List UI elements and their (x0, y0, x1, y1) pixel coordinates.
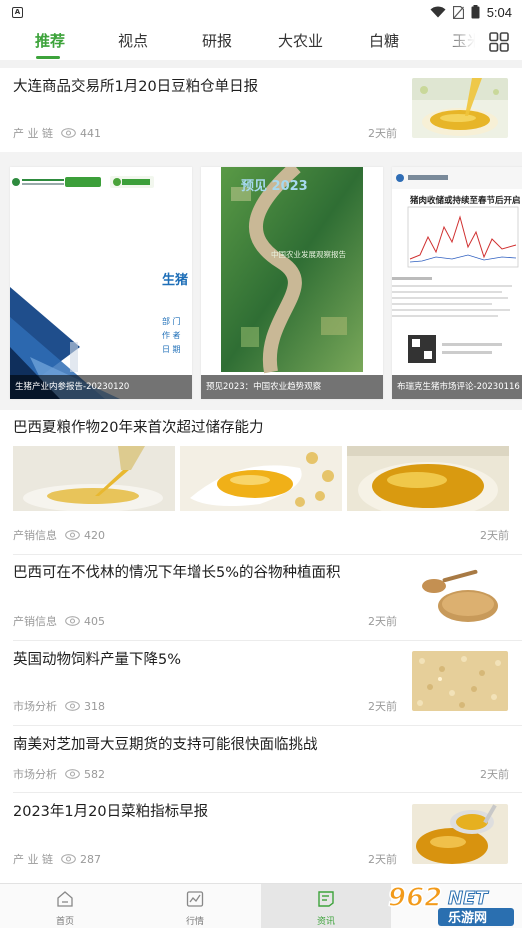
tab-research[interactable]: 研报 (202, 30, 232, 52)
list-item[interactable]: 英国动物饲料产量下降5% 市场分析 318 2天前 (0, 641, 522, 725)
article-title: 2023年1月20日菜粕指标早报 (13, 804, 209, 820)
view-count: 405 (84, 614, 105, 628)
view-count: 441 (80, 126, 101, 140)
article-category: 产销信息 (13, 615, 57, 628)
article-time: 2天前 (368, 127, 397, 140)
oil-spoon-image (180, 446, 342, 511)
view-count: 287 (80, 852, 101, 866)
clock: 5:04 (486, 4, 512, 20)
report-cover-lines: 部 门 作 者 日 期 (162, 317, 181, 354)
article-category: 市场分析 (13, 768, 57, 781)
svg-text:NET: NET (448, 888, 489, 909)
report-cover-title: 预见 2023 (241, 179, 308, 194)
app-notification-icon: A (12, 6, 23, 18)
article-meta: 市场分析 582 (13, 766, 105, 782)
chart-icon (186, 891, 204, 907)
eye-icon (65, 530, 80, 540)
report-carousel[interactable]: 生猪 部 门 作 者 日 期 生猪产业内参报告-20230120 预见 2023… (0, 152, 522, 410)
list-item[interactable]: 大连商品交易所1月20日豆粕仓单日报 产 业 链 441 2天前 (0, 68, 522, 152)
tab-recommend[interactable]: 推荐 (35, 30, 65, 52)
article-category: 市场分析 (13, 700, 57, 713)
nav-label: 资讯 (316, 917, 335, 927)
oil-bowl-image (412, 78, 508, 138)
nav-market[interactable]: 行情 (130, 884, 260, 928)
article-time: 2天前 (480, 768, 509, 781)
nav-label: 首页 (55, 917, 74, 927)
eye-icon (61, 854, 76, 864)
report-card[interactable]: 预见 2023 中国农业发展观察报告 预见2023：中国农业趋势观察 (201, 167, 383, 399)
article-meta: 产 业 链 441 (13, 125, 101, 141)
oil-ladle-image (412, 804, 508, 864)
status-bar: A 5:04 (0, 0, 522, 24)
grid-icon[interactable] (488, 31, 510, 53)
article-meta: 市场分析 318 (13, 698, 105, 714)
article-title: 南美对芝加哥大豆期货的支持可能很快面临挑战 (13, 737, 318, 753)
article-title: 巴西可在不伐林的情况下年增长5%的谷物种植面积 (13, 565, 341, 581)
report-caption: 布瑞克生猪市场评论-20230116 (392, 375, 522, 399)
tabs-fade (440, 24, 484, 60)
report-cover-title: 生猪 (162, 273, 189, 288)
article-time: 2天前 (368, 615, 397, 628)
svg-text:962: 962 (388, 883, 442, 913)
view-count: 582 (84, 767, 105, 781)
category-tabs: 推荐 视点 研报 大农业 白糖 玉米 (0, 24, 522, 60)
article-meta: 产销信息 420 (13, 527, 105, 543)
eye-icon (65, 616, 80, 626)
soybean-spoon-image (412, 566, 508, 626)
tab-sugar[interactable]: 白糖 (369, 30, 399, 52)
article-title: 英国动物饲料产量下降5% (13, 652, 182, 668)
list-item[interactable]: 南美对芝加哥大豆期货的支持可能很快面临挑战 市场分析 582 2天前 (0, 726, 522, 792)
tab-agriculture[interactable]: 大农业 (278, 30, 323, 52)
wifi-icon (430, 6, 446, 18)
oil-bowl-image (347, 446, 509, 511)
active-tab-indicator (36, 56, 60, 59)
list-item[interactable]: 巴西可在不伐林的情况下年增长5%的谷物种植面积 产销信息 405 2天前 (0, 555, 522, 640)
report-card[interactable]: 猪肉收储或持续至春节后开启 布瑞克生猪市场评论-20230116 (392, 167, 522, 399)
article-time: 2天前 (368, 700, 397, 713)
eye-icon (61, 128, 76, 138)
article-meta: 产销信息 405 (13, 613, 105, 629)
view-count: 420 (84, 528, 105, 542)
tab-viewpoint[interactable]: 视点 (118, 30, 148, 52)
eye-icon (65, 769, 80, 779)
article-category: 产 业 链 (13, 127, 53, 140)
article-category: 产 业 链 (13, 853, 53, 866)
feed-meal-image (412, 651, 508, 711)
article-category: 产销信息 (13, 529, 57, 542)
article-time: 2天前 (368, 853, 397, 866)
article-title: 大连商品交易所1月20日豆粕仓单日报 (13, 79, 259, 95)
view-count: 318 (84, 699, 105, 713)
list-item[interactable]: 2023年1月20日菜粕指标早报 产 业 链 287 2天前 (0, 793, 522, 881)
eye-icon (65, 701, 80, 711)
report-caption: 生猪产业内参报告-20230120 (10, 375, 192, 399)
nav-label: 行情 (185, 917, 204, 927)
oil-pour-image (13, 446, 175, 511)
watermark-logo: 962 NET 乐游网 (386, 880, 522, 928)
nav-news[interactable]: 资讯 (261, 884, 391, 928)
battery-icon (471, 5, 480, 19)
home-icon (57, 891, 73, 907)
no-sim-icon (452, 5, 464, 19)
report-card[interactable]: 生猪 部 门 作 者 日 期 生猪产业内参报告-20230120 (10, 167, 192, 399)
article-time: 2天前 (480, 529, 509, 542)
oil-triple-images (13, 446, 509, 511)
report-cover-image (201, 167, 383, 399)
report-caption: 预见2023：中国农业趋势观察 (201, 375, 383, 399)
report-cover-title: 猪肉收储或持续至春节后开启 (410, 196, 521, 206)
nav-home[interactable]: 首页 (0, 884, 130, 928)
article-meta: 产 业 链 287 (13, 851, 101, 867)
article-title: 巴西夏粮作物20年来首次超过储存能力 (13, 420, 264, 436)
news-icon (318, 891, 334, 907)
svg-text:乐游网: 乐游网 (448, 910, 487, 926)
divider (0, 60, 522, 68)
report-cover-subtitle: 中国农业发展观察报告 (271, 250, 346, 259)
